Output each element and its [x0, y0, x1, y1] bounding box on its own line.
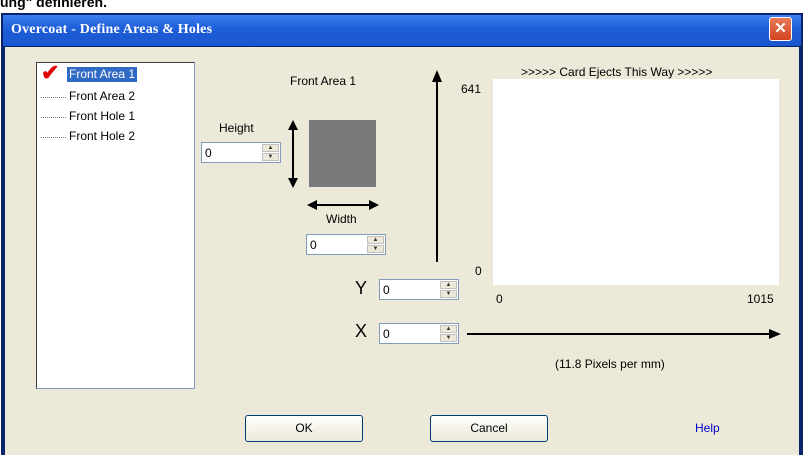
tree-item-label: Front Hole 1	[69, 109, 136, 123]
x-axis-arrow-icon	[467, 329, 781, 339]
tree-item-front-area-2[interactable]: Front Area 2	[37, 87, 187, 107]
help-link[interactable]: Help	[695, 421, 720, 435]
checkmark-icon: ✔	[41, 60, 60, 85]
width-value: 0	[310, 238, 317, 252]
spin-down-button[interactable]: ▼	[440, 334, 457, 342]
area-preview-square	[309, 120, 376, 187]
width-spinner[interactable]: 0 ▲ ▼	[306, 234, 386, 255]
spin-up-button[interactable]: ▲	[440, 325, 457, 333]
height-label: Height	[219, 121, 254, 135]
y-position-spinner[interactable]: 0 ▲ ▼	[379, 279, 459, 300]
page-heading: ung" definieren.	[0, 0, 107, 10]
spin-up-button[interactable]: ▲	[262, 144, 279, 152]
height-value: 0	[205, 146, 212, 160]
width-label: Width	[326, 212, 357, 226]
cancel-button[interactable]: Cancel	[430, 415, 548, 442]
x-max-label: 1015	[747, 292, 774, 306]
ok-button[interactable]: OK	[245, 415, 363, 442]
area-tree-list[interactable]: ✔ Front Area 1 Front Area 2 Front Hole 1…	[36, 62, 195, 389]
y-min-label: 0	[475, 264, 482, 278]
tree-item-front-hole-2[interactable]: Front Hole 2	[37, 127, 187, 147]
width-arrow-icon	[307, 200, 379, 210]
height-spinner[interactable]: 0 ▲ ▼	[201, 142, 281, 163]
y-max-label: 641	[461, 82, 482, 96]
y-axis-arrow-icon	[432, 70, 442, 262]
tree-connector	[41, 117, 66, 118]
tree-connector	[41, 137, 66, 138]
spin-down-button[interactable]: ▼	[367, 245, 384, 253]
dialog-title: Overcoat - Define Areas & Holes	[11, 22, 213, 37]
tree-item-front-hole-1[interactable]: Front Hole 1	[37, 107, 187, 127]
x-position-label: X	[355, 321, 368, 341]
x-position-value: 0	[383, 327, 390, 341]
spin-down-button[interactable]: ▼	[262, 153, 279, 161]
close-icon: ✕	[774, 20, 787, 37]
x-position-spinner[interactable]: 0 ▲ ▼	[379, 323, 459, 344]
x-min-label: 0	[496, 292, 503, 306]
tree-item-label: Front Area 1	[67, 67, 138, 82]
y-position-label: Y	[355, 278, 368, 298]
y-position-value: 0	[383, 283, 390, 297]
card-preview-canvas[interactable]	[493, 79, 779, 285]
spin-up-button[interactable]: ▲	[367, 236, 384, 244]
tree-item-label: Front Area 2	[69, 89, 136, 103]
tree-connector	[41, 97, 66, 98]
tree-item-label: Front Hole 2	[69, 129, 136, 143]
area-name-label: Front Area 1	[290, 74, 357, 88]
close-button[interactable]: ✕	[769, 17, 792, 41]
card-eject-caption: >>>>> Card Ejects This Way >>>>>	[521, 65, 713, 79]
scale-note: (11.8 Pixels per mm)	[555, 357, 665, 371]
spin-down-button[interactable]: ▼	[440, 290, 457, 298]
tree-item-front-area-1[interactable]: ✔ Front Area 1	[37, 60, 187, 85]
height-arrow-icon	[288, 120, 298, 188]
spin-up-button[interactable]: ▲	[440, 281, 457, 289]
